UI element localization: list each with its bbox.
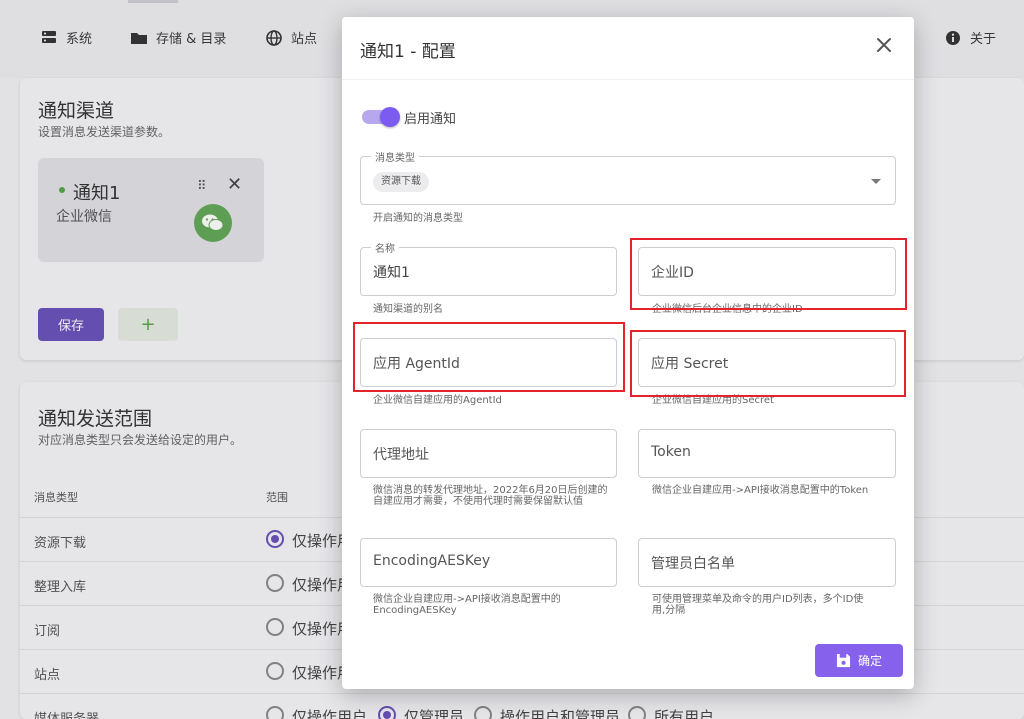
highlight-box (353, 322, 625, 392)
token-field[interactable]: Token (638, 429, 896, 478)
msg-type-select[interactable]: 消息类型 资源下载 (360, 149, 896, 205)
aes-key-field[interactable]: EncodingAESKey (360, 538, 617, 587)
enable-toggle[interactable] (362, 107, 400, 127)
msg-type-label: 消息类型 (371, 149, 419, 164)
name-value: 通知1 (373, 265, 410, 281)
aes-key-placeholder: EncodingAESKey (373, 553, 491, 569)
config-dialog: 通知1 - 配置 启用通知 消息类型 资源下载 开启通知的消息类型 名称 通知1… (342, 17, 914, 689)
dialog-title: 通知1 - 配置 (360, 42, 456, 62)
highlight-box (630, 330, 906, 397)
save-icon (836, 653, 851, 668)
proxy-field[interactable]: 代理地址 (360, 429, 617, 478)
highlight-box (630, 238, 907, 310)
aes-key-hint: 微信企业自建应用->API接收消息配置中的EncodingAESKey (373, 594, 561, 616)
token-placeholder: Token (651, 444, 691, 460)
confirm-label: 确定 (857, 654, 882, 668)
name-label: 名称 (371, 240, 399, 255)
admin-whitelist-hint: 可使用管理菜单及命令的用户ID列表，多个ID使用,分隔 (652, 594, 864, 616)
divider (342, 79, 914, 80)
enable-label: 启用通知 (404, 112, 457, 127)
proxy-hint: 微信消息的转发代理地址，2022年6月20日后创建的自建应用才需要，不使用代理时… (373, 485, 608, 507)
name-field[interactable]: 名称 通知1 (360, 240, 617, 296)
msg-type-hint: 开启通知的消息类型 (373, 213, 463, 224)
token-hint: 微信企业自建应用->API接收消息配置中的Token (652, 485, 869, 496)
toggle-thumb (380, 107, 400, 127)
name-hint: 通知渠道的别名 (373, 304, 443, 315)
msg-type-chip[interactable]: 资源下载 (373, 172, 429, 192)
admin-whitelist-field[interactable]: 管理员白名单 (638, 538, 896, 587)
close-icon[interactable] (872, 33, 896, 57)
agent-id-hint: 企业微信自建应用的AgentId (373, 395, 502, 406)
proxy-placeholder: 代理地址 (373, 447, 429, 463)
confirm-button[interactable]: 确定 (815, 644, 903, 677)
chevron-down-icon[interactable] (871, 179, 881, 184)
admin-whitelist-placeholder: 管理员白名单 (651, 556, 735, 572)
